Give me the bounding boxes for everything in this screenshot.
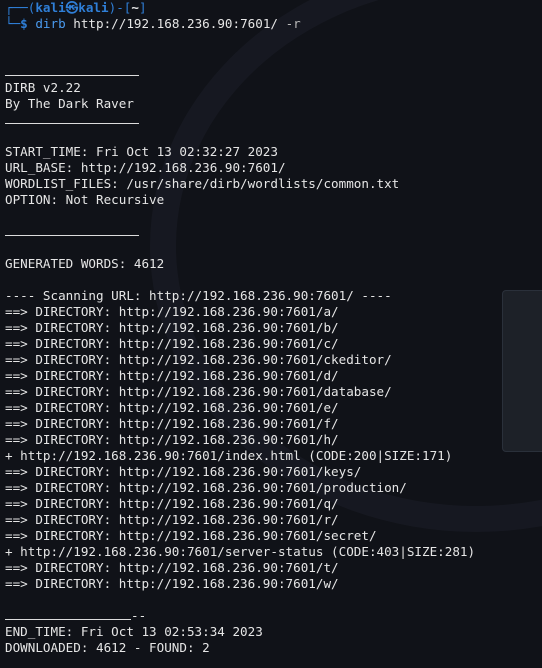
- result-line: ==> DIRECTORY: http://192.168.236.90:760…: [5, 496, 339, 511]
- result-line: + http://192.168.236.90:7601/server-stat…: [5, 544, 476, 559]
- prompt-frame: )-[: [108, 0, 132, 15]
- downloaded-summary: DOWNLOADED: 4612 - FOUND: 2: [5, 640, 210, 655]
- command-args: http://192.168.236.90:7601/: [65, 16, 286, 31]
- rule: [5, 610, 131, 620]
- command-name: dirb: [35, 16, 66, 31]
- prompt-user: kali㉿kali: [35, 0, 109, 15]
- result-line: ==> DIRECTORY: http://192.168.236.90:760…: [5, 384, 392, 399]
- option: OPTION: Not Recursive: [5, 192, 165, 207]
- result-line: ==> DIRECTORY: http://192.168.236.90:760…: [5, 336, 339, 351]
- url-base: URL_BASE: http://192.168.236.90:7601/: [5, 160, 286, 175]
- wordlist-files: WORDLIST_FILES: /usr/share/dirb/wordlist…: [5, 176, 400, 191]
- result-line: ==> DIRECTORY: http://192.168.236.90:760…: [5, 304, 339, 319]
- result-line: ==> DIRECTORY: http://192.168.236.90:760…: [5, 528, 377, 543]
- terminal-output: ┌──(kali㉿kali)-[~] └─$ dirb http://192.1…: [5, 0, 475, 656]
- generated-words: GENERATED WORDS: 4612: [5, 256, 165, 271]
- result-line: ==> DIRECTORY: http://192.168.236.90:760…: [5, 560, 339, 575]
- terminal-window[interactable]: ┌──(kali㉿kali)-[~] └─$ dirb http://192.1…: [0, 0, 542, 668]
- result-line: ==> DIRECTORY: http://192.168.236.90:760…: [5, 416, 339, 431]
- wallpaper-panel: [502, 290, 542, 452]
- rule: [5, 66, 139, 76]
- prompt-dollar: $: [20, 16, 36, 31]
- separator-rule-end: --: [5, 608, 475, 624]
- prompt-frame: ┌──(: [5, 0, 36, 15]
- rule: [5, 114, 139, 124]
- result-line: ==> DIRECTORY: http://192.168.236.90:760…: [5, 352, 392, 367]
- rule-tail: --: [131, 608, 147, 623]
- banner-version: DIRB v2.22: [5, 80, 81, 95]
- prompt-frame: └─: [5, 16, 21, 31]
- result-line: ==> DIRECTORY: http://192.168.236.90:760…: [5, 512, 339, 527]
- separator-rule: [5, 112, 475, 128]
- command-flag: -r: [285, 16, 301, 31]
- result-line: ==> DIRECTORY: http://192.168.236.90:760…: [5, 400, 339, 415]
- rule: [5, 226, 139, 236]
- prompt-cwd: ~: [131, 0, 139, 15]
- separator-rule: [5, 64, 475, 80]
- start-time: START_TIME: Fri Oct 13 02:32:27 2023: [5, 144, 278, 159]
- result-line: ==> DIRECTORY: http://192.168.236.90:760…: [5, 432, 339, 447]
- result-line: ==> DIRECTORY: http://192.168.236.90:760…: [5, 480, 407, 495]
- result-line: ==> DIRECTORY: http://192.168.236.90:760…: [5, 320, 339, 335]
- result-line: ==> DIRECTORY: http://192.168.236.90:760…: [5, 464, 362, 479]
- command-line[interactable]: └─$ dirb http://192.168.236.90:7601/ -r: [5, 16, 475, 32]
- prompt-frame: ]: [138, 0, 147, 15]
- banner-author: By The Dark Raver: [5, 96, 134, 111]
- prompt-line-top: ┌──(kali㉿kali)-[~]: [5, 0, 475, 16]
- result-line: ==> DIRECTORY: http://192.168.236.90:760…: [5, 576, 339, 591]
- result-line: ==> DIRECTORY: http://192.168.236.90:760…: [5, 368, 339, 383]
- end-time: END_TIME: Fri Oct 13 02:53:34 2023: [5, 624, 263, 639]
- separator-rule: [5, 224, 475, 240]
- scanning-url: ---- Scanning URL: http://192.168.236.90…: [5, 288, 392, 303]
- result-line: + http://192.168.236.90:7601/index.html …: [5, 448, 453, 463]
